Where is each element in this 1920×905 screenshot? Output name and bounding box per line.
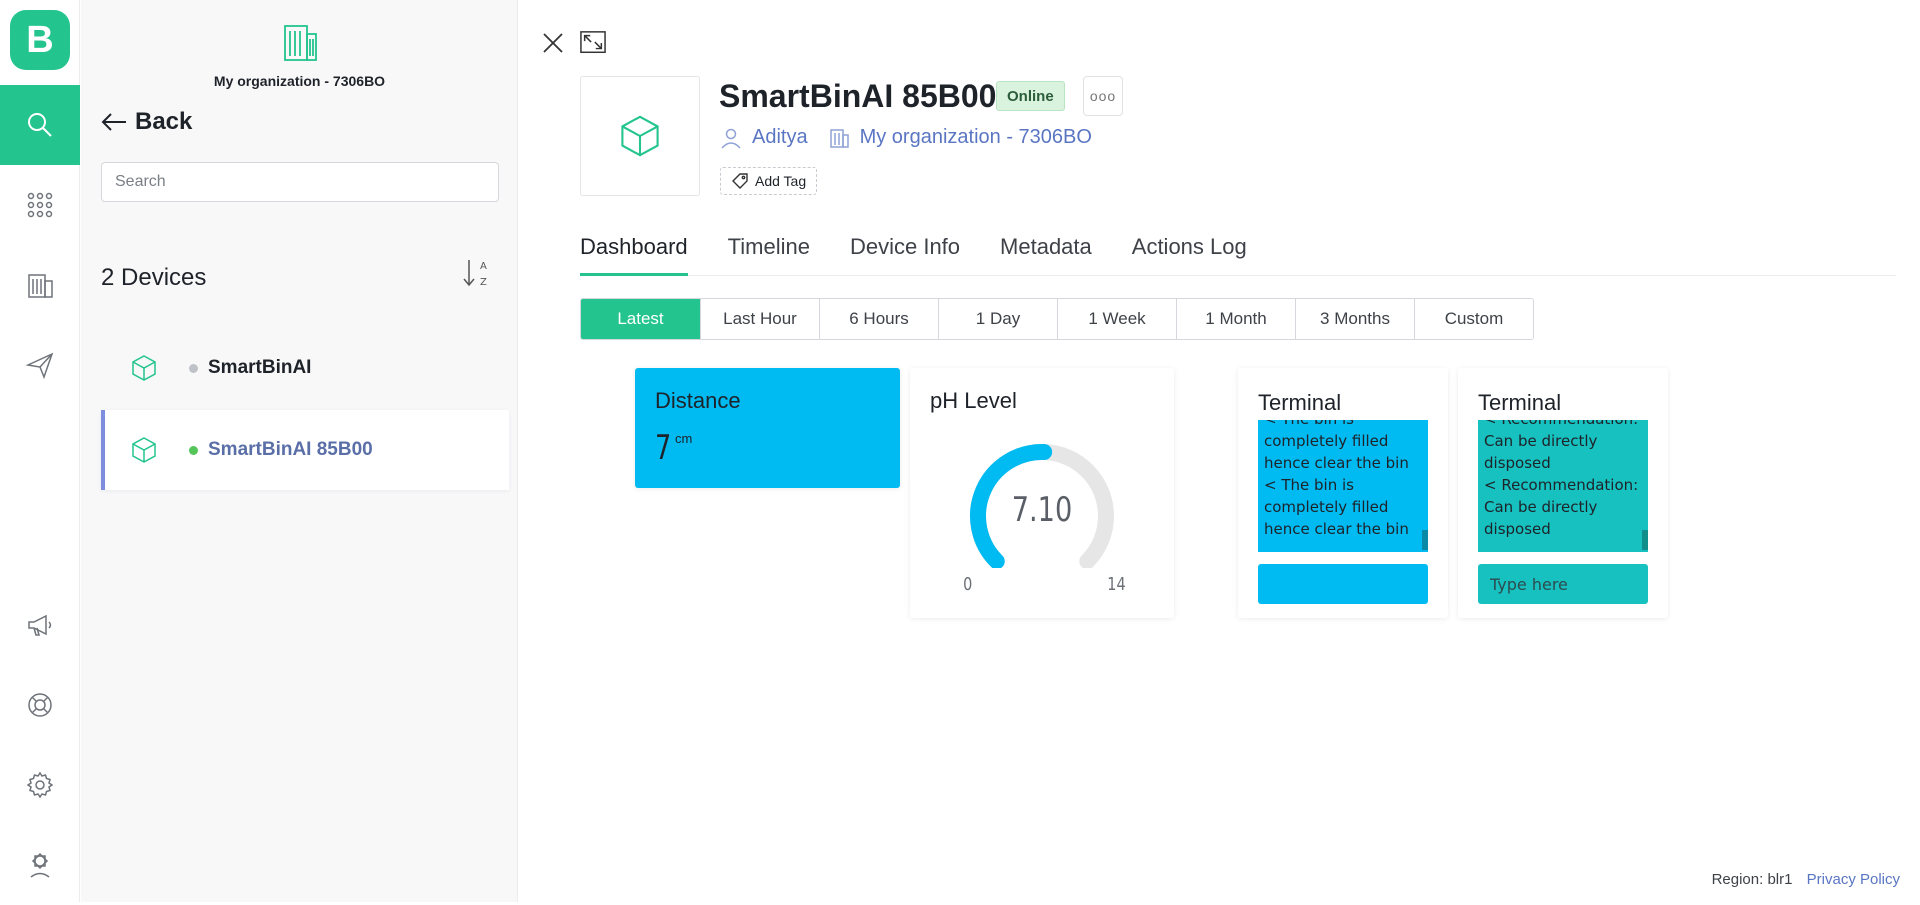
- building-icon: [25, 270, 55, 300]
- left-rail: B: [0, 0, 80, 902]
- organization-link[interactable]: My organization - 7306BO: [860, 126, 1092, 149]
- widget-title: pH Level: [930, 388, 1017, 414]
- range-1-week[interactable]: 1 Week: [1057, 299, 1176, 339]
- range-6-hours[interactable]: 6 Hours: [819, 299, 938, 339]
- device-name: SmartBinAI: [208, 357, 311, 379]
- device-thumbnail: [580, 76, 700, 196]
- app-logo[interactable]: B: [10, 10, 70, 70]
- device-list-panel: My organization - 7306BO Back 2 Devices …: [81, 0, 518, 902]
- organization-name: My organization - 7306BO: [81, 73, 518, 89]
- profile-nav-button[interactable]: [0, 825, 80, 905]
- more-options-button[interactable]: ooo: [1083, 76, 1123, 116]
- cube-icon: [616, 112, 664, 160]
- status-dot: [189, 446, 198, 455]
- back-button[interactable]: Back: [101, 108, 192, 136]
- distance-widget: Distance 7 cm: [635, 368, 900, 488]
- tab-metadata[interactable]: Metadata: [1000, 230, 1092, 276]
- cube-icon: [129, 435, 159, 465]
- help-nav-button[interactable]: [0, 665, 80, 745]
- range-1-month[interactable]: 1 Month: [1176, 299, 1295, 339]
- device-meta: Aditya My organization - 7306BO: [720, 126, 1092, 149]
- settings-nav-button[interactable]: [0, 745, 80, 825]
- widget-title: Terminal: [1258, 390, 1341, 416]
- status-dot: [189, 364, 198, 373]
- close-button[interactable]: [540, 30, 566, 56]
- search-nav-button[interactable]: [0, 85, 80, 165]
- status-badge: Online: [996, 81, 1065, 111]
- terminal-output[interactable]: < Recommendation: Can be directly dispos…: [1478, 420, 1648, 552]
- privacy-policy-link[interactable]: Privacy Policy: [1807, 871, 1900, 888]
- terminal-output[interactable]: < The bin is completely filled hence cle…: [1258, 420, 1428, 552]
- send-icon: [25, 350, 55, 380]
- device-count: 2 Devices: [101, 264, 206, 292]
- apps-grid-icon: [25, 190, 55, 220]
- range-latest[interactable]: Latest: [581, 299, 700, 339]
- device-name: SmartBinAI 85B00: [208, 439, 373, 461]
- gear-icon: [25, 770, 55, 800]
- region-label: Region: blr1: [1712, 871, 1793, 888]
- user-icon: [720, 127, 742, 149]
- megaphone-icon: [25, 610, 55, 640]
- terminal-line: < Recommendation: Can be directly dispos…: [1484, 474, 1642, 540]
- sort-az-icon[interactable]: A Z: [459, 256, 495, 290]
- device-list-item[interactable]: SmartBinAI: [101, 328, 509, 408]
- user-badge-icon: [25, 850, 55, 880]
- range-1-day[interactable]: 1 Day: [938, 299, 1057, 339]
- lifebuoy-icon: [25, 690, 55, 720]
- building-icon: [281, 20, 319, 62]
- owner-link[interactable]: Aditya: [752, 126, 808, 149]
- organization-nav-button[interactable]: [0, 245, 80, 325]
- tab-dashboard[interactable]: Dashboard: [580, 230, 688, 276]
- device-tabs: Dashboard Timeline Device Info Metadata …: [580, 230, 1896, 276]
- tab-actions-log[interactable]: Actions Log: [1132, 230, 1247, 276]
- terminal-line: < The bin is completely filled hence cle…: [1264, 420, 1422, 474]
- svg-text:Z: Z: [480, 277, 487, 288]
- range-3-months[interactable]: 3 Months: [1295, 299, 1414, 339]
- terminal-line: < The bin is completely filled hence cle…: [1264, 474, 1422, 540]
- range-custom[interactable]: Custom: [1414, 299, 1533, 339]
- back-label: Back: [135, 108, 192, 136]
- widget-title: Distance: [655, 388, 741, 414]
- device-title: SmartBinAI 85B00: [719, 78, 996, 115]
- distance-unit: cm: [675, 431, 692, 446]
- expand-button[interactable]: [580, 30, 606, 56]
- footer: Region: blr1 Privacy Policy: [1712, 871, 1900, 888]
- device-list-item-selected[interactable]: SmartBinAI 85B00: [101, 410, 509, 490]
- add-tag-button[interactable]: Add Tag: [720, 167, 817, 195]
- apps-nav-button[interactable]: [0, 165, 80, 245]
- tab-device-info[interactable]: Device Info: [850, 230, 960, 276]
- messages-nav-button[interactable]: [0, 325, 80, 405]
- time-range-selector: Latest Last Hour 6 Hours 1 Day 1 Week 1 …: [580, 298, 1534, 340]
- announcements-nav-button[interactable]: [0, 585, 80, 665]
- search-icon: [25, 110, 55, 140]
- add-tag-label: Add Tag: [755, 173, 806, 189]
- scrollbar[interactable]: [1422, 530, 1428, 550]
- terminal-line: < Recommendation: Can be directly dispos…: [1484, 420, 1642, 474]
- gauge-max-label: 14: [1107, 574, 1125, 595]
- range-last-hour[interactable]: Last Hour: [700, 299, 819, 339]
- arrow-left-icon: [101, 112, 127, 132]
- ph-gauge-widget: pH Level 7.10 0 14: [910, 368, 1174, 618]
- terminal-input[interactable]: [1258, 564, 1428, 604]
- distance-value: 7: [655, 428, 671, 468]
- scrollbar[interactable]: [1642, 530, 1648, 550]
- widget-title: Terminal: [1478, 390, 1561, 416]
- building-icon: [828, 127, 850, 149]
- gauge-min-label: 0: [963, 574, 972, 595]
- cube-icon: [129, 353, 159, 383]
- organization-header: My organization - 7306BO: [81, 20, 518, 89]
- gauge-value: 7.10: [936, 490, 1147, 530]
- expand-icon: [580, 30, 606, 54]
- window-controls: [540, 30, 606, 56]
- tab-timeline[interactable]: Timeline: [728, 230, 810, 276]
- terminal-input[interactable]: [1478, 564, 1648, 604]
- close-icon: [540, 30, 566, 56]
- terminal-widget: Terminal < The bin is completely filled …: [1238, 368, 1448, 618]
- svg-text:A: A: [480, 261, 487, 272]
- device-search-input[interactable]: [101, 162, 499, 202]
- terminal-widget: Terminal < Recommendation: Can be direct…: [1458, 368, 1668, 618]
- tag-icon: [731, 172, 749, 190]
- more-dots-icon: ooo: [1090, 88, 1116, 104]
